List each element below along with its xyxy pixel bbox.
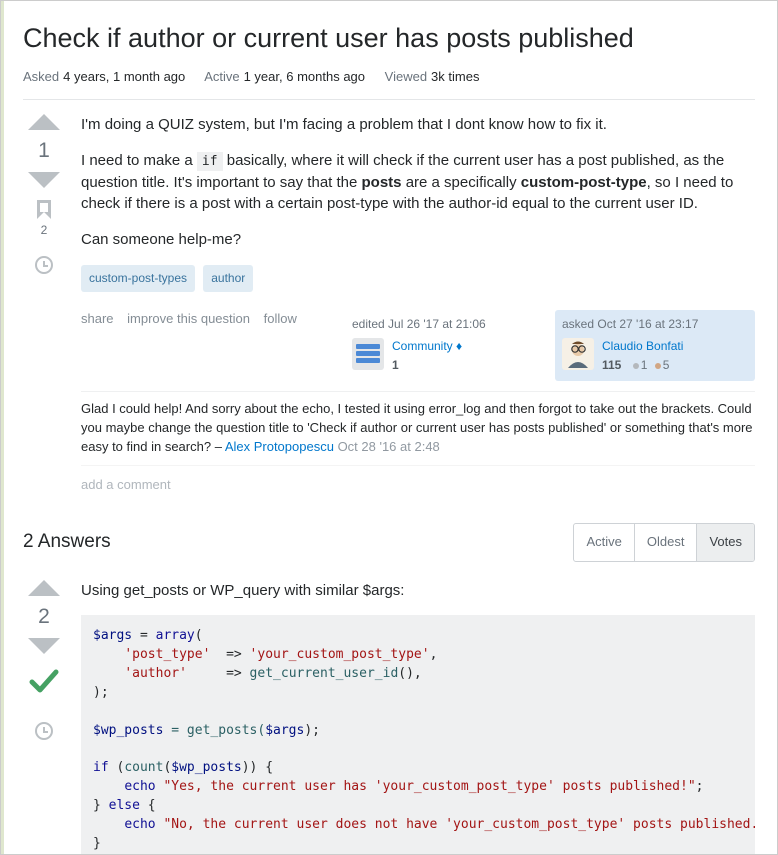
usercards: edited Jul 26 '17 at 21:06 Community ♦ 1 xyxy=(345,310,755,381)
viewed-label: Viewed xyxy=(385,69,427,84)
history-icon[interactable] xyxy=(35,256,53,274)
answer-post: 2 Using get_posts or WP_query with simil… xyxy=(23,580,755,855)
tag-list: custom-post-types author xyxy=(81,265,755,292)
avatar xyxy=(562,338,594,370)
post-actions: share improve this question follow xyxy=(81,310,307,329)
question-paragraph: Can someone help-me? xyxy=(81,229,755,251)
editor-card: edited Jul 26 '17 at 21:06 Community ♦ 1 xyxy=(345,310,545,381)
active-label: Active xyxy=(204,69,239,84)
downvote-button[interactable] xyxy=(28,172,60,188)
bookmark-count: 2 xyxy=(41,222,48,239)
avatar xyxy=(352,338,384,370)
history-icon[interactable] xyxy=(35,722,53,740)
add-comment-link[interactable]: add a comment xyxy=(81,466,755,511)
question-paragraph: I'm doing a QUIZ system, but I'm facing … xyxy=(81,114,755,136)
comment-author[interactable]: Alex Protopopescu xyxy=(225,439,334,454)
question-body: I'm doing a QUIZ system, but I'm facing … xyxy=(81,114,755,511)
asked-label: Asked xyxy=(23,69,59,84)
asker-name[interactable]: Claudio Bonfati xyxy=(602,338,683,355)
question-paragraph: I need to make a if basically, where it … xyxy=(81,150,755,215)
bronze-badge-icon xyxy=(655,363,661,369)
comments: Glad I could help! And sorry about the e… xyxy=(81,391,755,466)
community-icon xyxy=(352,338,384,370)
vote-column: 1 2 xyxy=(23,114,65,511)
downvote-button[interactable] xyxy=(28,638,60,654)
sort-tabs: Active Oldest Votes xyxy=(573,523,755,562)
follow-link[interactable]: follow xyxy=(264,311,297,326)
ask-time: asked Oct 27 '16 at 23:17 xyxy=(562,316,748,333)
tab-active[interactable]: Active xyxy=(574,524,633,561)
edit-time: edited Jul 26 '17 at 21:06 xyxy=(352,316,538,333)
code-block: $args = array( 'post_type' => 'your_cust… xyxy=(81,615,755,855)
upvote-button[interactable] xyxy=(28,580,60,596)
action-row: share improve this question follow edite… xyxy=(81,310,755,381)
inline-code: if xyxy=(197,152,223,171)
accepted-check-icon xyxy=(26,664,62,706)
answers-count: 2 Answers xyxy=(23,528,111,556)
vote-count: 2 xyxy=(38,602,50,632)
vote-count: 1 xyxy=(38,136,50,166)
question-post: 1 2 I'm doing a QUIZ system, but I'm fac… xyxy=(23,114,755,511)
comment-time: Oct 28 '16 at 2:48 xyxy=(338,439,440,454)
tag[interactable]: author xyxy=(203,265,253,292)
answer-body: Using get_posts or WP_query with similar… xyxy=(81,580,755,855)
share-link[interactable]: share xyxy=(81,311,114,326)
tab-oldest[interactable]: Oldest xyxy=(634,524,697,561)
comment: Glad I could help! And sorry about the e… xyxy=(81,392,755,466)
question-title: Check if author or current user has post… xyxy=(23,19,755,58)
bookmark-button[interactable] xyxy=(37,200,51,218)
editor-rep: 1 xyxy=(392,358,399,372)
divider xyxy=(23,99,755,100)
silver-badge-icon xyxy=(633,363,639,369)
answers-header: 2 Answers Active Oldest Votes xyxy=(23,523,755,562)
asker-card: asked Oct 27 '16 at 23:17 xyxy=(555,310,755,381)
vote-column: 2 xyxy=(23,580,65,855)
asker-rep: 115 1 5 xyxy=(602,357,683,374)
tag[interactable]: custom-post-types xyxy=(81,265,195,292)
answer-intro: Using get_posts or WP_query with similar… xyxy=(81,580,755,602)
moderator-badge-icon: ♦ xyxy=(456,339,462,353)
asked-value: 4 years, 1 month ago xyxy=(63,69,185,84)
improve-link[interactable]: improve this question xyxy=(127,311,250,326)
viewed-value: 3k times xyxy=(431,69,479,84)
question-meta: Asked 4 years, 1 month ago Active 1 year, … xyxy=(23,68,755,87)
editor-name[interactable]: Community ♦ xyxy=(392,339,462,353)
upvote-button[interactable] xyxy=(28,114,60,130)
tab-votes[interactable]: Votes xyxy=(696,524,754,561)
active-value: 1 year, 6 months ago xyxy=(244,69,365,84)
user-avatar-icon xyxy=(562,338,594,370)
